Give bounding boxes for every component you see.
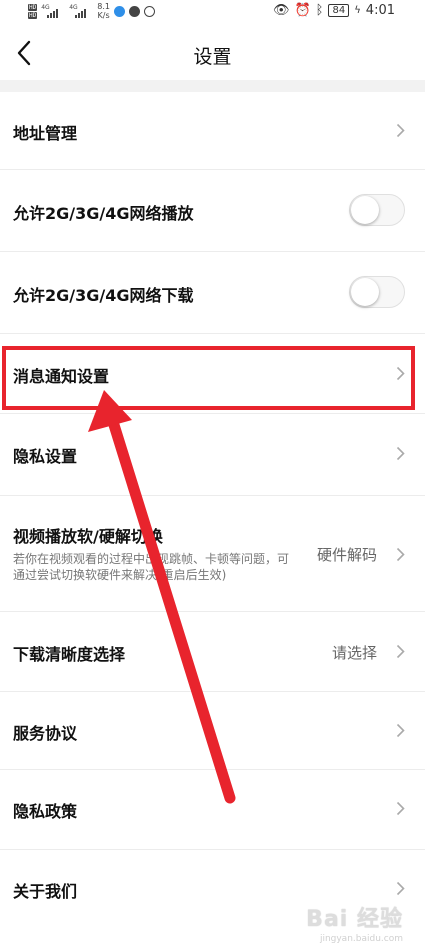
chevron-right-icon — [396, 446, 405, 461]
watermark-text: Bai 经验 — [306, 907, 403, 932]
chevron-right-icon — [396, 881, 405, 896]
setting-label: 消息通知设置 — [13, 367, 110, 386]
setting-value: 请选择 — [331, 644, 377, 662]
setting-label: 允许2G/3G/4G网络播放 — [13, 204, 194, 223]
page-title: 设置 — [193, 46, 232, 68]
eye-icon: 👁 — [272, 3, 290, 18]
network-speed: 8.1 K/s — [97, 2, 110, 20]
charging-icon: ϟ — [354, 5, 361, 16]
hd-indicator: HD HD — [28, 3, 38, 19]
network-speed-value: 8.1 — [97, 2, 110, 11]
chevron-right-icon — [396, 366, 405, 381]
setting-label: 视频播放软/硬解切换 — [13, 527, 163, 546]
signal-1-icon: 4G — [41, 4, 65, 18]
section-divider-band — [0, 80, 425, 92]
baidu-watermark: Bai 经验 jingyan.baidu.com — [306, 901, 403, 944]
signal-2-icon: 4G — [69, 4, 93, 18]
setting-video-decode[interactable]: 视频播放软/硬解切换 若你在视频观看的过程中出现跳帧、卡顿等问题，可通过尝试切换… — [0, 496, 425, 612]
chat-bubble-icon — [128, 5, 140, 17]
setting-description: 若你在视频观看的过程中出现跳帧、卡顿等问题，可通过尝试切换软硬件来解决(重启后生… — [13, 552, 290, 582]
setting-label: 服务协议 — [13, 724, 78, 743]
setting-privacy-policy[interactable]: 隐私政策 — [0, 770, 425, 850]
setting-label: 允许2G/3G/4G网络下载 — [13, 286, 194, 305]
nav-bar: 设置 — [0, 26, 425, 80]
setting-service-agreement[interactable]: 服务协议 — [0, 692, 425, 770]
toggle-knob — [351, 196, 379, 224]
setting-label: 地址管理 — [13, 124, 78, 143]
setting-notification[interactable]: 消息通知设置 — [0, 334, 425, 414]
status-right: 👁 ⏰ ᛒ 84 ϟ 4:01 — [273, 3, 395, 18]
status-left: HD HD 4G 4G 8.1 K/s — [28, 2, 155, 20]
status-bar: HD HD 4G 4G 8.1 K/s 👁 ⏰ ᛒ 84 ϟ 4:01 — [0, 0, 425, 26]
setting-value: 硬件解码 — [316, 546, 377, 564]
network-speed-unit: K/s — [97, 11, 110, 20]
chevron-right-icon — [396, 723, 405, 738]
chevron-right-icon — [396, 547, 405, 562]
settings-list: 地址管理 允许2G/3G/4G网络播放 允许2G/3G/4G网络下载 消息通知设… — [0, 92, 425, 930]
setting-allow-network-download: 允许2G/3G/4G网络下载 — [0, 252, 425, 334]
chevron-right-icon — [396, 123, 405, 138]
battery-level: 84 — [328, 4, 350, 17]
setting-label: 关于我们 — [13, 882, 78, 901]
app-notification-icon — [143, 5, 155, 17]
toggle-knob — [351, 278, 379, 306]
setting-label: 隐私设置 — [13, 447, 78, 466]
setting-privacy[interactable]: 隐私设置 — [0, 414, 425, 496]
setting-label: 隐私政策 — [13, 802, 78, 821]
alarm-icon: ⏰ — [294, 3, 311, 18]
setting-allow-network-play: 允许2G/3G/4G网络播放 — [0, 170, 425, 252]
allow-play-toggle[interactable] — [349, 194, 405, 226]
hd-bottom-badge: HD — [28, 11, 38, 19]
setting-label: 下载清晰度选择 — [13, 645, 126, 664]
chevron-right-icon — [396, 644, 405, 659]
setting-download-quality[interactable]: 下载清晰度选择 请选择 — [0, 612, 425, 692]
allow-download-toggle[interactable] — [349, 276, 405, 308]
shield-app-icon — [113, 5, 125, 17]
bluetooth-icon: ᛒ — [315, 3, 324, 18]
watermark-subtext: jingyan.baidu.com — [319, 934, 403, 944]
hd-top-badge: HD — [28, 3, 38, 11]
setting-address-management[interactable]: 地址管理 — [0, 92, 425, 170]
chevron-right-icon — [396, 801, 405, 816]
clock-time: 4:01 — [365, 3, 395, 18]
